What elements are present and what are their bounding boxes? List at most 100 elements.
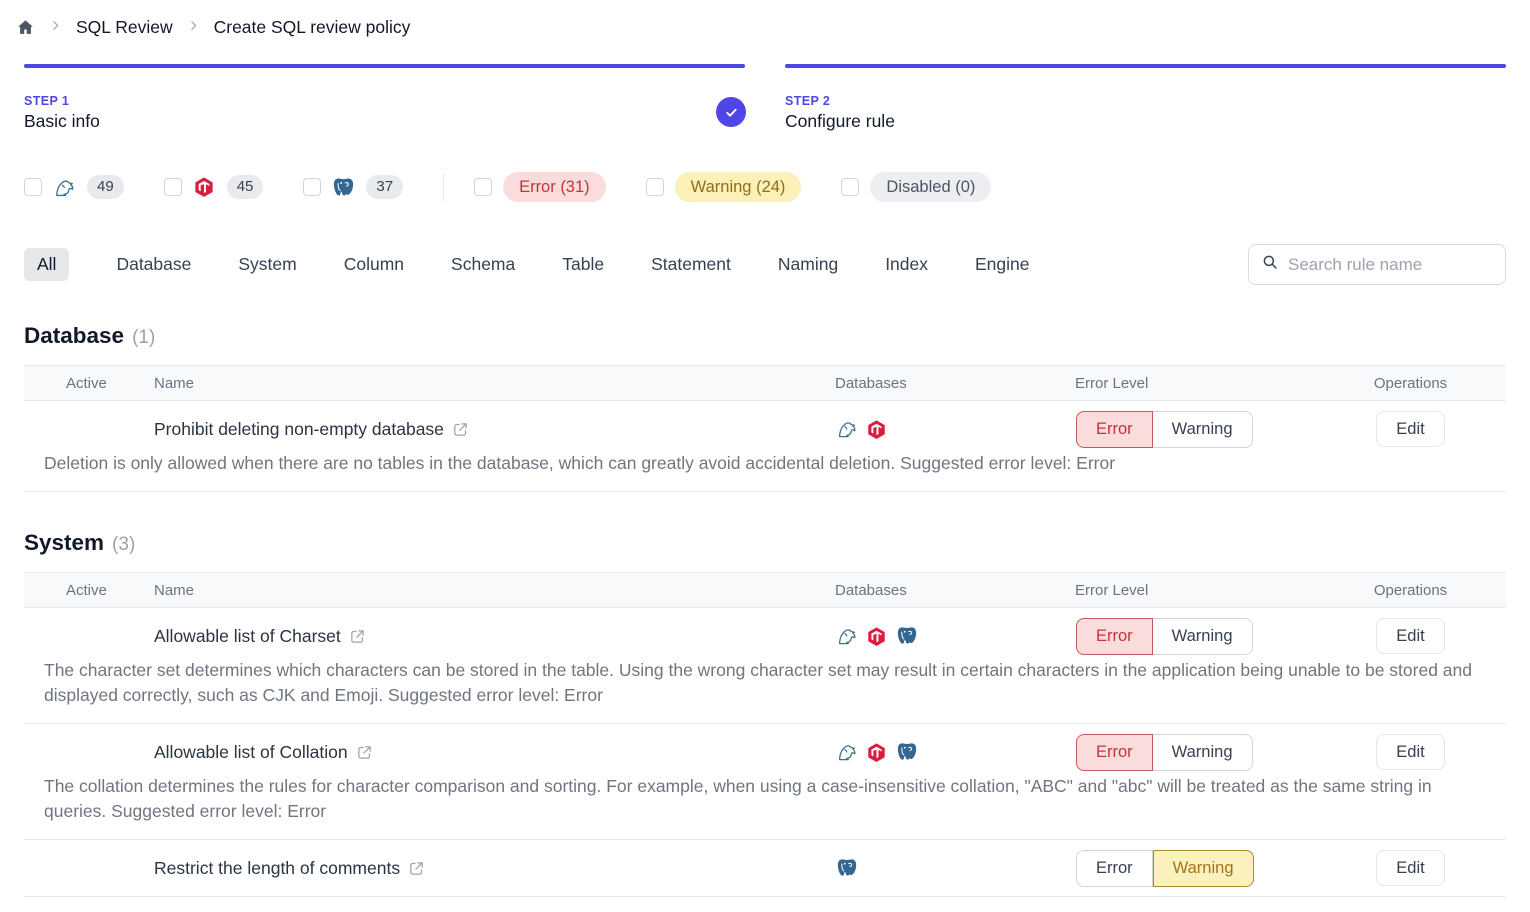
- table-row: Prohibit deleting non-empty database Err…: [24, 401, 1506, 457]
- tab-system[interactable]: System: [238, 248, 296, 281]
- external-link-icon[interactable]: [356, 744, 373, 761]
- edit-button[interactable]: Edit: [1376, 618, 1444, 654]
- error-level-toggle-group: Error Warning: [1076, 734, 1253, 771]
- error-level-error-button[interactable]: Error: [1076, 618, 1153, 655]
- external-link-icon[interactable]: [408, 860, 425, 877]
- rule-restrict-the-length-of-comments: Restrict the length of comments Error Wa…: [24, 840, 1506, 897]
- filter-engine-mysql: 49: [24, 175, 124, 199]
- rule-allowable-list-of-collation: Allowable list of Collation Error Warnin…: [24, 724, 1506, 840]
- breadcrumb-item-sql-review[interactable]: SQL Review: [76, 17, 173, 38]
- filter-level-error: Error (31): [474, 172, 606, 202]
- tab-database[interactable]: Database: [116, 248, 191, 281]
- mysql-dolphin-icon: [836, 418, 859, 441]
- step-1-title: Basic info: [24, 111, 745, 132]
- step-1[interactable]: STEP 1 Basic info: [24, 64, 745, 132]
- rule-search-box[interactable]: [1248, 244, 1506, 285]
- filter-bar: 49 45 37 Error (31) Warning (24) Disable…: [24, 172, 1506, 202]
- error-level-error-button[interactable]: Error: [1076, 411, 1153, 448]
- postgres-elephant-icon: [896, 741, 919, 764]
- tab-column[interactable]: Column: [344, 248, 404, 281]
- home-icon[interactable]: [16, 18, 35, 37]
- rule-description: The character set determines which chara…: [24, 658, 1506, 723]
- rule-name-link[interactable]: Allowable list of Charset: [154, 626, 341, 647]
- tab-naming[interactable]: Naming: [778, 248, 838, 281]
- rule-description: Deletion is only allowed when there are …: [24, 451, 1506, 491]
- table-header-row: Active Name Databases Error Level Operat…: [24, 365, 1506, 401]
- toggle-knob: [45, 754, 66, 775]
- rule-description: The collation determines the rules for c…: [24, 774, 1506, 839]
- tidb-hexagon-icon: [193, 176, 216, 199]
- breadcrumb: SQL Review Create SQL review policy: [0, 0, 1530, 40]
- filter-level-disabled: Disabled (0): [841, 172, 991, 202]
- tab-all[interactable]: All: [24, 248, 69, 281]
- mysql-dolphin-icon: [53, 176, 76, 199]
- table-row: Allowable list of Collation Error Warnin…: [24, 724, 1506, 780]
- toggle-knob: [45, 431, 66, 452]
- header-name: Name: [154, 582, 835, 599]
- breadcrumb-item-create-policy: Create SQL review policy: [214, 17, 411, 38]
- table-header-row: Active Name Databases Error Level Operat…: [24, 572, 1506, 608]
- mysql-dolphin-icon: [836, 741, 859, 764]
- section-count: (3): [112, 534, 135, 556]
- edit-button[interactable]: Edit: [1376, 734, 1444, 770]
- disabled-filter-checkbox[interactable]: [841, 178, 859, 196]
- section-name: System: [24, 530, 104, 556]
- breadcrumb-separator-icon: [49, 17, 62, 37]
- header-active: Active: [24, 375, 154, 392]
- system-rules-table: Active Name Databases Error Level Operat…: [24, 572, 1506, 897]
- step-indicator: STEP 1 Basic info STEP 2 Configure rule: [24, 64, 1506, 132]
- tab-index[interactable]: Index: [885, 248, 928, 281]
- section-title-system: System (3): [24, 530, 1506, 556]
- external-link-icon[interactable]: [452, 421, 469, 438]
- header-databases: Databases: [835, 582, 1075, 599]
- mysql-dolphin-icon: [836, 625, 859, 648]
- external-link-icon[interactable]: [349, 628, 366, 645]
- error-level-warning-button[interactable]: Warning: [1153, 411, 1253, 448]
- warning-count-pill: Warning (24): [675, 172, 802, 202]
- step-2-progress-bar: [785, 64, 1506, 68]
- toggle-knob: [45, 638, 66, 659]
- postgres-filter-checkbox[interactable]: [303, 178, 321, 196]
- error-level-warning-button[interactable]: Warning: [1153, 734, 1253, 771]
- table-row: Allowable list of Charset Error Warning …: [24, 608, 1506, 664]
- search-icon: [1261, 253, 1279, 276]
- tidb-hexagon-icon: [866, 741, 889, 764]
- section-name: Database: [24, 323, 124, 349]
- table-row: Restrict the length of comments Error Wa…: [24, 840, 1506, 896]
- rule-name-link[interactable]: Prohibit deleting non-empty database: [154, 419, 444, 440]
- tab-engine[interactable]: Engine: [975, 248, 1030, 281]
- header-operations: Operations: [1315, 582, 1506, 599]
- step-2[interactable]: STEP 2 Configure rule: [785, 64, 1506, 132]
- error-level-toggle-group: Error Warning: [1076, 618, 1253, 655]
- toggle-knob: [45, 870, 66, 891]
- mysql-count-badge: 49: [87, 175, 124, 199]
- warning-filter-checkbox[interactable]: [646, 178, 664, 196]
- error-level-warning-button[interactable]: Warning: [1153, 618, 1253, 655]
- header-active: Active: [24, 582, 154, 599]
- tab-schema[interactable]: Schema: [451, 248, 515, 281]
- tab-table[interactable]: Table: [562, 248, 604, 281]
- step-2-title: Configure rule: [785, 111, 1506, 132]
- error-level-error-button[interactable]: Error: [1076, 734, 1153, 771]
- mysql-filter-checkbox[interactable]: [24, 178, 42, 196]
- edit-button[interactable]: Edit: [1376, 850, 1444, 886]
- error-count-pill: Error (31): [503, 172, 606, 202]
- error-level-error-button[interactable]: Error: [1076, 850, 1153, 887]
- rule-name-link[interactable]: Allowable list of Collation: [154, 742, 348, 763]
- header-error-level: Error Level: [1075, 582, 1315, 599]
- rule-name-link[interactable]: Restrict the length of comments: [154, 858, 400, 879]
- edit-button[interactable]: Edit: [1376, 411, 1444, 447]
- breadcrumb-separator-icon: [187, 17, 200, 37]
- step-1-label: STEP 1: [24, 94, 745, 108]
- step-1-progress-bar: [24, 64, 745, 68]
- filter-engine-tidb: 45: [164, 175, 264, 199]
- search-input[interactable]: [1288, 255, 1493, 275]
- disabled-count-pill: Disabled (0): [870, 172, 991, 202]
- tidb-filter-checkbox[interactable]: [164, 178, 182, 196]
- tab-statement[interactable]: Statement: [651, 248, 731, 281]
- error-filter-checkbox[interactable]: [474, 178, 492, 196]
- error-level-warning-button[interactable]: Warning: [1153, 850, 1254, 887]
- header-error-level: Error Level: [1075, 375, 1315, 392]
- section-title-database: Database (1): [24, 323, 1506, 349]
- filter-engine-postgres: 37: [303, 175, 403, 199]
